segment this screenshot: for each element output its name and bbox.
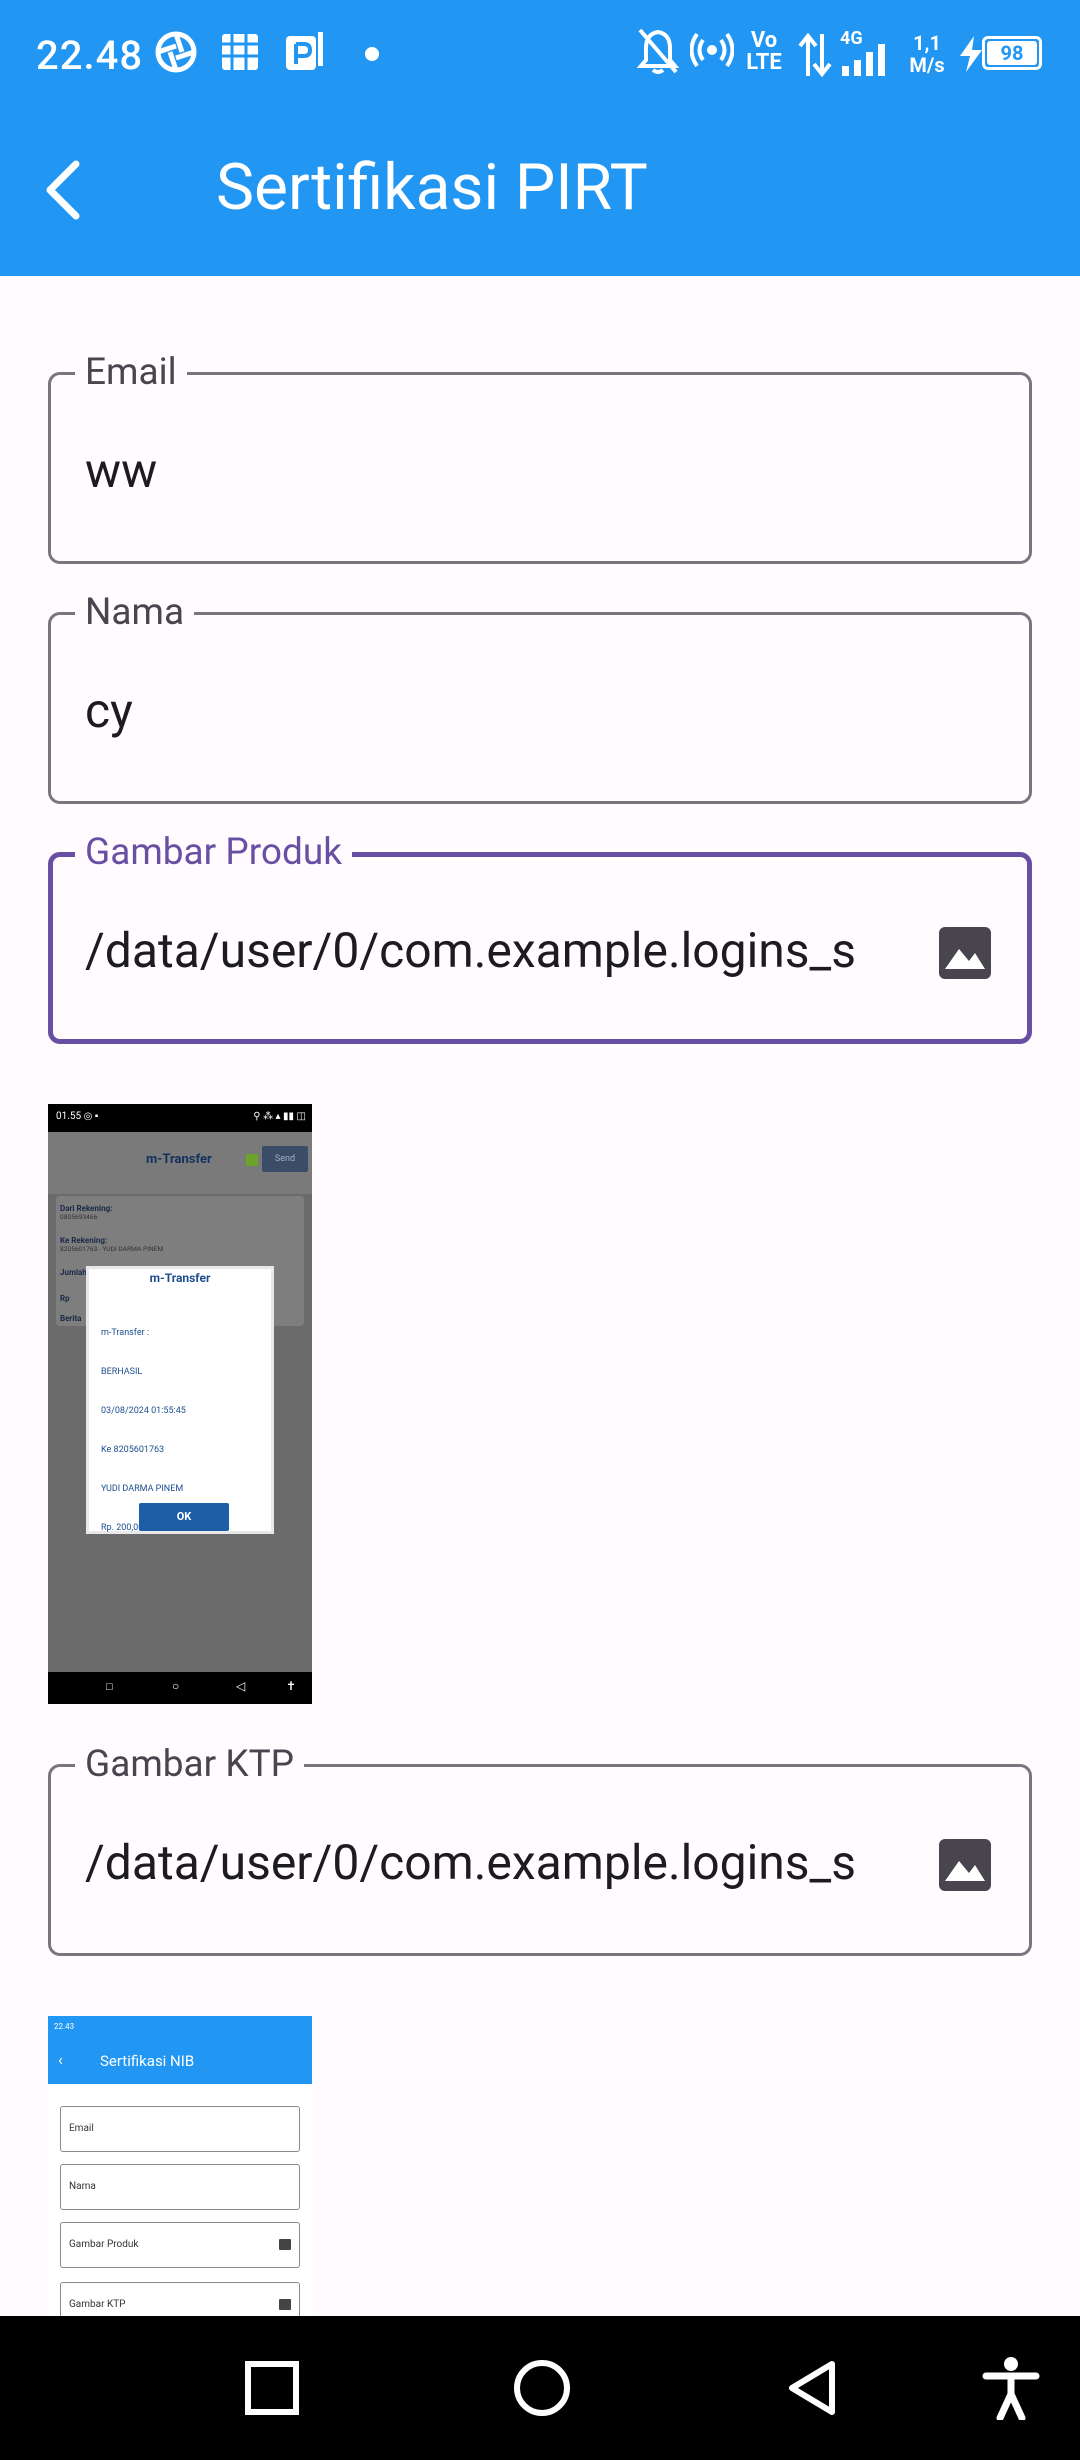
gambar-ktp-value[interactable]: /data/user/0/com.example.logins_s xyxy=(85,1833,905,1893)
accessibility-icon[interactable] xyxy=(982,2356,1040,2420)
preview-row: Berita xyxy=(60,1314,82,1323)
gambar-ktp-field[interactable]: Gambar KTP /data/user/0/com.example.logi… xyxy=(48,1743,1032,1956)
hotspot-icon xyxy=(690,32,734,68)
nama-field[interactable]: Nama cy xyxy=(48,591,1032,804)
preview-row: Rp xyxy=(60,1294,70,1303)
image-icon[interactable] xyxy=(937,925,993,981)
preview-status-time: 22.43 xyxy=(54,2022,75,2031)
preview-send-button: Send xyxy=(262,1146,308,1172)
preview-title: m-Transfer xyxy=(146,1152,212,1167)
gambar-produk-value[interactable]: /data/user/0/com.example.logins_s xyxy=(85,921,905,981)
home-icon[interactable] xyxy=(512,2358,572,2418)
signal-4g-icon xyxy=(842,44,885,76)
preview-app-bar: 22.43 ‹ Sertifikasi NIB xyxy=(48,2016,312,2084)
preview-row: Dari Rekening: 0805693466 xyxy=(60,1204,113,1221)
gambar-ktp-preview: 22.43 ‹ Sertifikasi NIB Email Nama Gamba… xyxy=(48,2016,312,2318)
gambar-produk-preview: 01.55 ◎ ▪ ⚲ ⁂ ▴ ▮▮ ◫ m-Transfer Send Dar… xyxy=(48,1104,312,1704)
arrow-back-icon[interactable] xyxy=(30,154,102,226)
preview-status-time: 01.55 xyxy=(56,1111,82,1122)
dot-icon xyxy=(365,47,379,61)
gambar-produk-field[interactable]: Gambar Produk /data/user/0/com.example.l… xyxy=(48,831,1032,1044)
preview-field: Nama xyxy=(60,2164,300,2210)
app-bar: Sertifikasi PIRT xyxy=(0,110,1080,276)
preview-header: m-Transfer Send xyxy=(48,1132,312,1194)
aperture-icon xyxy=(155,31,197,73)
email-label: Email xyxy=(75,351,187,395)
preview-status-bar: 01.55 ◎ ▪ ⚲ ⁂ ▴ ▮▮ ◫ xyxy=(48,1104,312,1132)
chip-icon xyxy=(222,34,258,70)
volte-icon: Vo LTE xyxy=(746,28,782,75)
gambar-produk-label: Gambar Produk xyxy=(75,831,353,875)
preview-dialog: m-Transfer m-Transfer : BERHASIL 03/08/2… xyxy=(86,1266,274,1534)
preview-row: Ke Rekening: 8205601763 - YUDI DARMA PIN… xyxy=(60,1236,164,1253)
preview-field: Email xyxy=(60,2106,300,2152)
preview-dialog-title: m-Transfer xyxy=(149,1271,211,1285)
nama-value[interactable]: cy xyxy=(85,681,905,741)
gambar-ktp-label: Gambar KTP xyxy=(75,1743,305,1787)
preview-image-icon xyxy=(279,2299,291,2310)
system-nav-bar xyxy=(0,2316,1080,2460)
status-bar: 22.48 Vo LTE 4G 1,1 M/s 98 xyxy=(0,0,1080,110)
charging-icon xyxy=(960,36,982,72)
back-icon[interactable] xyxy=(784,2358,840,2418)
preview-image-icon xyxy=(279,2239,291,2250)
email-value[interactable]: ww xyxy=(85,441,905,501)
recents-icon[interactable] xyxy=(244,2360,300,2416)
page-title: Sertifikasi PIRT xyxy=(216,150,648,225)
bell-off-icon xyxy=(636,28,680,74)
preview-nav-bar: □ ○ ◁ ✝ xyxy=(48,1672,312,1704)
status-time: 22.48 xyxy=(36,32,144,79)
image-icon[interactable] xyxy=(937,1837,993,1893)
network-speed: 1,1 M/s xyxy=(904,32,950,76)
battery-level: 98 xyxy=(987,41,1037,65)
preview-row: Jumlah xyxy=(60,1268,87,1277)
preview-field: Gambar Produk xyxy=(60,2222,300,2268)
preview-back-icon: ‹ xyxy=(58,2050,63,2069)
speed-unit: M/s xyxy=(909,53,945,77)
preview-status-square xyxy=(246,1154,258,1166)
email-field[interactable]: Email ww xyxy=(48,351,1032,564)
parking-icon xyxy=(286,32,323,70)
speed-value: 1,1 xyxy=(913,31,941,55)
battery-icon: 98 xyxy=(982,36,1042,70)
preview-title: Sertifikasi NIB xyxy=(100,2052,195,2070)
data-arrows-icon xyxy=(798,32,832,78)
preview-field: Gambar KTP xyxy=(60,2282,300,2318)
nama-label: Nama xyxy=(75,591,195,635)
preview-ok-button: OK xyxy=(139,1503,229,1531)
